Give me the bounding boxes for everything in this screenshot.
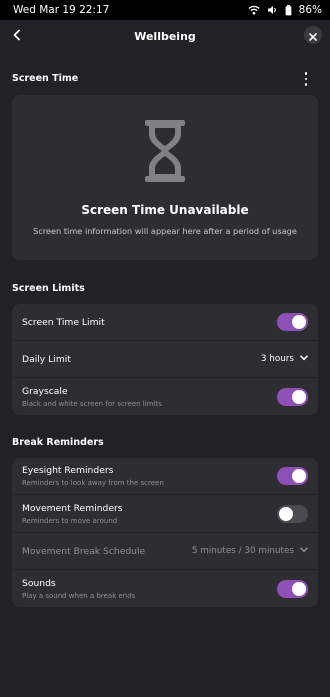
movement-break-schedule-value: 5 minutes / 30 minutes [191, 546, 294, 556]
grayscale-row[interactable]: Grayscale Black and white screen for scr… [12, 378, 318, 415]
screen-time-limit-label: Screen Time Limit [22, 316, 105, 328]
grayscale-label: Grayscale [22, 385, 68, 397]
sounds-toggle[interactable] [277, 579, 308, 598]
status-bar: Wed Mar 19 22:17 86% [0, 0, 330, 20]
status-datetime: Wed Mar 19 22:17 [13, 4, 110, 16]
placeholder-title: Screen Time Unavailable [81, 203, 249, 217]
daily-limit-label: Daily Limit [22, 353, 71, 365]
page-title: Wellbeing [134, 29, 196, 43]
grayscale-subtitle: Black and white screen for screen limits [22, 399, 162, 408]
status-icons: 86% [248, 4, 322, 16]
section-title-screen-limits: Screen Limits [12, 283, 85, 294]
wifi-icon [248, 5, 260, 15]
movement-reminders-row[interactable]: Movement Reminders Reminders to move aro… [12, 495, 318, 533]
eyesight-reminders-row[interactable]: Eyesight Reminders Reminders to look awa… [12, 458, 318, 495]
close-button[interactable] [304, 26, 322, 44]
eyesight-reminders-toggle[interactable] [277, 467, 308, 485]
battery-icon [285, 4, 292, 16]
sounds-subtitle: Play a sound when a break ends [22, 591, 136, 600]
placeholder-description: Screen time information will appear here… [33, 226, 297, 236]
screen-limits-list: Screen Time Limit Daily Limit 3 hours Gr… [12, 304, 318, 415]
battery-percent: 86% [298, 4, 322, 16]
chevron-left-icon [12, 26, 22, 45]
eyesight-reminders-label: Eyesight Reminders [22, 465, 114, 476]
chevron-down-icon [300, 546, 308, 556]
section-title-break-reminders: Break Reminders [12, 437, 104, 448]
daily-limit-row[interactable]: Daily Limit 3 hours [12, 341, 318, 378]
section-title-screen-time: Screen Time [12, 73, 79, 84]
grayscale-toggle[interactable] [277, 387, 308, 406]
movement-reminders-label: Movement Reminders [22, 502, 123, 514]
screen-time-placeholder: Screen Time Unavailable Screen time info… [12, 95, 318, 260]
header-bar: Wellbeing [0, 20, 330, 52]
movement-break-schedule-row: Movement Break Schedule 5 minutes / 30 m… [12, 533, 318, 570]
movement-reminders-subtitle: Reminders to move around [22, 516, 118, 525]
daily-limit-value: 3 hours [260, 354, 294, 364]
eyesight-reminders-subtitle: Reminders to look away from the screen [22, 479, 164, 487]
chevron-down-icon[interactable] [300, 354, 308, 364]
volume-icon [267, 5, 278, 15]
movement-break-schedule-label: Movement Break Schedule [22, 545, 146, 557]
hourglass-icon [144, 119, 186, 187]
kebab-menu-icon[interactable] [303, 72, 309, 86]
sounds-row[interactable]: Sounds Play a sound when a break ends [12, 570, 318, 607]
break-reminders-list: Eyesight Reminders Reminders to look awa… [12, 458, 318, 607]
sounds-label: Sounds [22, 577, 56, 589]
screen-time-limit-toggle[interactable] [277, 313, 308, 331]
back-button[interactable] [6, 24, 28, 46]
movement-reminders-toggle[interactable] [277, 504, 308, 523]
close-icon [309, 26, 317, 45]
screen-time-limit-row[interactable]: Screen Time Limit [12, 304, 318, 341]
